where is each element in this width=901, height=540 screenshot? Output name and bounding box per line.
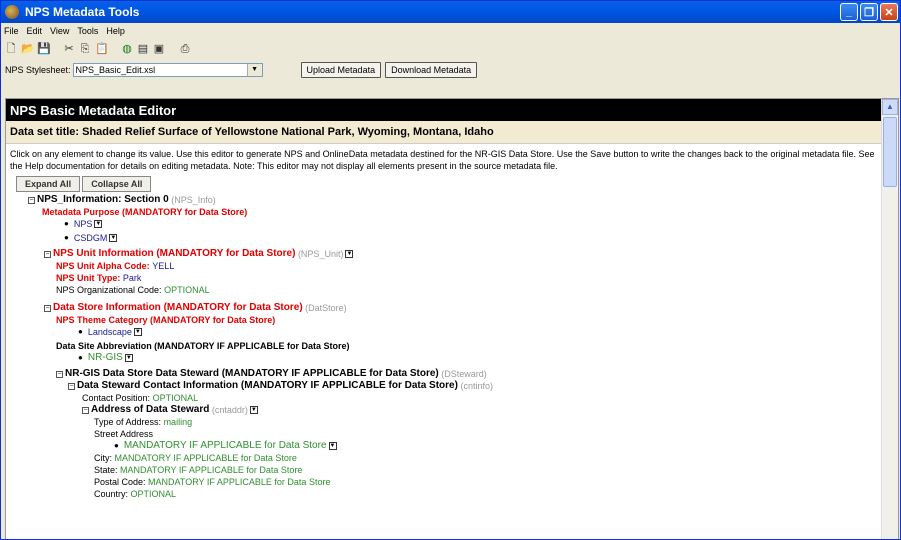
menu-tools[interactable]: Tools xyxy=(77,26,98,36)
unit-alpha-row[interactable]: NPS Unit Alpha Code: YELL xyxy=(6,260,882,272)
tree-steward[interactable]: − NR-GIS Data Store Data Steward (MANDAT… xyxy=(6,368,882,380)
dropdown-icon[interactable]: ▼ xyxy=(345,250,354,258)
purpose-item-csdgm[interactable]: ● CSDGM ▼ xyxy=(6,232,882,244)
street-address-label: Street Address xyxy=(94,429,154,439)
unit-type-row[interactable]: NPS Unit Type: Park xyxy=(6,272,882,284)
expand-collapse-row: Expand All Collapse All xyxy=(6,172,882,194)
print-icon[interactable]: ⎙ xyxy=(179,43,191,55)
open-icon[interactable]: 📂 xyxy=(21,43,35,55)
copy-icon[interactable]: ⎘ xyxy=(79,43,91,55)
maximize-button[interactable]: ❐ xyxy=(860,3,878,21)
chevron-down-icon[interactable]: ▼ xyxy=(246,64,262,76)
menu-help[interactable]: Help xyxy=(106,26,125,36)
metadata-tree: − NPS_Information: Section 0 (NPS_Info) … xyxy=(6,194,882,500)
window-title: NPS Metadata Tools xyxy=(25,5,140,19)
globe-icon[interactable]: ◍ xyxy=(121,43,133,55)
cut-icon[interactable]: ✂ xyxy=(63,43,75,55)
vertical-scrollbar[interactable]: ▲ xyxy=(881,99,898,539)
minimize-button[interactable]: _ xyxy=(840,3,858,21)
scroll-up-icon[interactable]: ▲ xyxy=(882,99,898,115)
collapse-toggle-icon[interactable]: − xyxy=(56,370,63,378)
menu-view[interactable]: View xyxy=(50,26,69,36)
dropdown-icon[interactable]: ▼ xyxy=(109,234,118,242)
export-icon[interactable]: ▣ xyxy=(153,43,165,55)
expand-all-button[interactable]: Expand All xyxy=(16,176,81,192)
metadata-purpose-label: Metadata Purpose (MANDATORY for Data Sto… xyxy=(42,207,248,217)
collapse-toggle-icon[interactable]: − xyxy=(28,196,35,204)
site-abbrev-label: Data Site Abbreviation (MANDATORY IF APP… xyxy=(56,341,350,351)
dataset-title: Data set title: Shaded Relief Surface of… xyxy=(6,121,882,144)
address-type-row[interactable]: Type of Address: mailing xyxy=(6,416,882,428)
city-row[interactable]: City: MANDATORY IF APPLICABLE for Data S… xyxy=(6,452,882,464)
close-button[interactable]: ✕ xyxy=(880,3,898,21)
stylesheet-value: NPS_Basic_Edit.xsl xyxy=(75,65,156,75)
stylesheet-row: NPS Stylesheet: NPS_Basic_Edit.xsl ▼ Upl… xyxy=(1,59,900,81)
tree-icon[interactable]: ▤ xyxy=(137,43,149,55)
purpose-item-nps[interactable]: ● NPS ▼ xyxy=(6,218,882,230)
menu-edit[interactable]: Edit xyxy=(27,26,43,36)
tree-datastore[interactable]: − Data Store Information (MANDATORY for … xyxy=(6,302,882,314)
theme-category-label: NPS Theme Category (MANDATORY for Data S… xyxy=(56,315,276,325)
nps-logo-icon xyxy=(5,5,19,19)
editor-content: NPS Basic Metadata Editor Data set title… xyxy=(6,99,882,539)
stylesheet-select[interactable]: NPS_Basic_Edit.xsl ▼ xyxy=(72,63,263,77)
toolbar: 🗋 📂 💾 ✂ ⎘ 📋 ◍ ▤ ▣ ⎙ xyxy=(1,39,900,59)
collapse-toggle-icon[interactable]: − xyxy=(44,304,51,312)
dropdown-icon[interactable]: ▼ xyxy=(249,406,258,414)
dropdown-icon[interactable]: ▼ xyxy=(94,220,103,228)
country-row[interactable]: Country: OPTIONAL xyxy=(6,488,882,500)
collapse-toggle-icon[interactable]: − xyxy=(44,250,51,258)
dropdown-icon[interactable]: ▼ xyxy=(328,442,337,450)
upload-metadata-button[interactable]: Upload Metadata xyxy=(300,62,382,78)
contact-position-row[interactable]: Contact Position: OPTIONAL xyxy=(6,392,882,404)
theme-item-landscape[interactable]: ● Landscape ▼ xyxy=(6,326,882,338)
editor-heading: NPS Basic Metadata Editor xyxy=(6,99,882,121)
tree-contact[interactable]: − Data Steward Contact Information (MAND… xyxy=(6,380,882,392)
collapse-all-button[interactable]: Collapse All xyxy=(82,176,152,192)
site-item-nrgis[interactable]: ● NR-GIS ▼ xyxy=(6,352,882,364)
collapse-toggle-icon[interactable]: − xyxy=(68,382,75,390)
tree-nps-info[interactable]: − NPS_Information: Section 0 (NPS_Info) xyxy=(6,194,882,206)
paste-icon[interactable]: 📋 xyxy=(95,43,109,55)
postal-code-row[interactable]: Postal Code: MANDATORY IF APPLICABLE for… xyxy=(6,476,882,488)
intro-text: Click on any element to change its value… xyxy=(10,149,875,171)
new-icon[interactable]: 🗋 xyxy=(5,43,17,55)
dropdown-icon[interactable]: ▼ xyxy=(133,328,142,336)
tree-address[interactable]: − Address of Data Steward (cntaddr) ▼ xyxy=(6,404,882,416)
menu-file[interactable]: File xyxy=(4,26,19,36)
stylesheet-label: NPS Stylesheet: xyxy=(5,65,71,75)
app-window: NPS Metadata Tools _ ❐ ✕ File Edit View … xyxy=(0,0,901,540)
menu-bar: File Edit View Tools Help xyxy=(1,23,900,39)
download-metadata-button[interactable]: Download Metadata xyxy=(385,62,478,78)
save-icon[interactable]: 💾 xyxy=(37,43,51,55)
state-row[interactable]: State: MANDATORY IF APPLICABLE for Data … xyxy=(6,464,882,476)
scrollbar-thumb[interactable] xyxy=(883,117,897,187)
tree-nps-unit[interactable]: − NPS Unit Information (MANDATORY for Da… xyxy=(6,248,882,260)
metadata-editor-pane: NPS Basic Metadata Editor Data set title… xyxy=(5,98,899,539)
collapse-toggle-icon[interactable]: − xyxy=(82,406,89,414)
title-bar: NPS Metadata Tools _ ❐ ✕ xyxy=(1,1,900,23)
dropdown-icon[interactable]: ▼ xyxy=(124,354,133,362)
street-address-item[interactable]: ● MANDATORY IF APPLICABLE for Data Store ▼ xyxy=(6,440,882,452)
org-code-row[interactable]: NPS Organizational Code: OPTIONAL xyxy=(6,284,882,296)
